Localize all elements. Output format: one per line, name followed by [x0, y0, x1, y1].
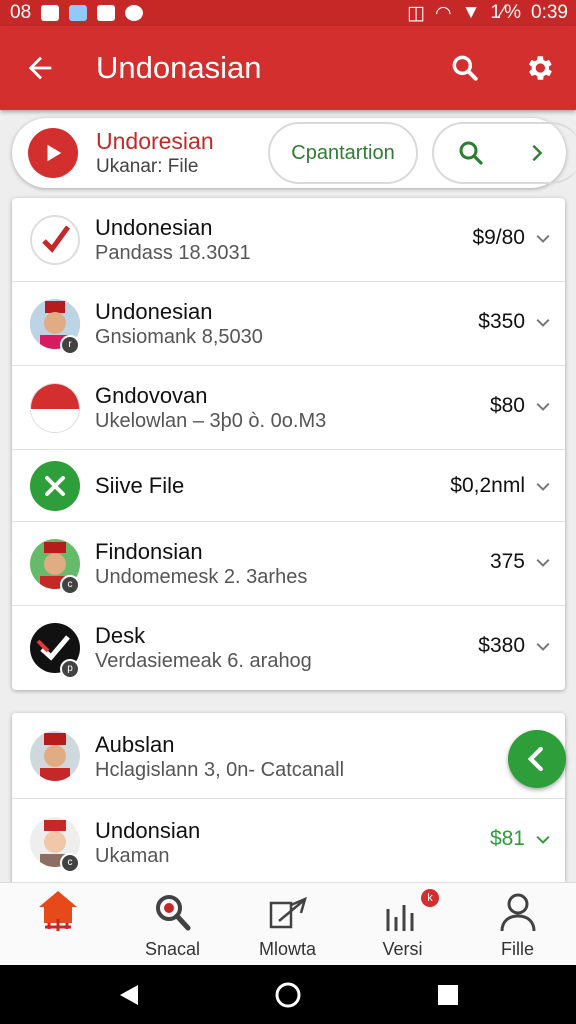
chevron-down-icon[interactable] [533, 477, 553, 497]
list-item[interactable]: c Findonsian Undomemesk 2. 3arhes 375 [12, 522, 565, 606]
avatar-badge: c [60, 853, 80, 873]
chevron-down-icon[interactable] [533, 553, 553, 573]
list-item[interactable]: c Undonsian Ukaman $81 [12, 799, 565, 885]
home-icon [39, 891, 77, 931]
item-amount: $350 [478, 310, 525, 333]
notification-icon [41, 5, 60, 21]
item-title: Gndovovan [95, 383, 208, 408]
item-title: Aubslan [95, 732, 175, 757]
search-button[interactable] [428, 26, 502, 110]
system-nav-bar [0, 965, 576, 1024]
top-card-subtitle: Ukanar: File [96, 155, 199, 177]
avatar-badge: r [60, 335, 80, 355]
top-card[interactable]: Undoresian Ukanar: File Cpantartion [12, 118, 576, 188]
back-fab-button[interactable] [508, 730, 566, 788]
item-amount: $81 [489, 827, 525, 850]
nav-label: Mlowta [258, 939, 316, 959]
chevron-down-icon[interactable] [533, 637, 553, 657]
search-icon[interactable] [456, 138, 486, 168]
item-subtitle: Undomemesk 2. 3arhes [95, 566, 308, 588]
chevron-down-icon[interactable] [533, 229, 553, 249]
item-subtitle: Hclagislann 3, 0n- Catcanall [95, 759, 345, 781]
search-next-pill[interactable] [432, 122, 576, 184]
notification-icon [69, 5, 88, 21]
nav-search[interactable]: Snacal [115, 883, 230, 966]
notification-icon [97, 5, 116, 21]
home-circle-icon[interactable] [274, 981, 302, 1009]
status-time-right: 0:39 [531, 2, 568, 23]
transaction-list: Undonesian Pandass 18.3031 $9/80 r Undon… [12, 198, 565, 690]
status-bar: 08 ◫ ◠ ▼ 1⁄% 0:39 [0, 0, 576, 26]
recents-square-icon[interactable] [437, 984, 459, 1006]
list-item[interactable]: Undonesian Pandass 18.3031 $9/80 [12, 198, 565, 282]
share-icon [269, 896, 307, 929]
item-amount: $9/80 [472, 226, 525, 249]
avatar-badge: p [60, 659, 80, 679]
flag-avatar [30, 383, 80, 433]
app-bar: Undonasian [0, 26, 576, 110]
status-time-left: 08 [10, 2, 32, 23]
item-title: Undonesian [95, 299, 213, 324]
nav-label: Versi [382, 939, 423, 959]
list-item[interactable]: r Undonesian Gnsiomank 8,5030 $350 [12, 282, 565, 366]
vibrate-icon: ◫ [407, 2, 425, 24]
chevron-left-icon [527, 746, 543, 772]
list-item[interactable]: Aubslan Hclagislann 3, 0n- Catcanall [12, 713, 565, 799]
action-pill-button[interactable]: Cpantartion [268, 122, 418, 184]
list-item[interactable]: p Desk Verdasiemeak 6. arahog $380 [12, 606, 565, 690]
item-subtitle: Ukelowlan – 3þ0 ò. 0o.M3 [95, 410, 327, 432]
item-title: Desk [95, 623, 146, 648]
item-title: Siive File [95, 473, 185, 498]
chevron-right-icon[interactable] [526, 139, 548, 167]
item-amount: 375 [489, 550, 525, 573]
nav-home[interactable] [0, 883, 115, 966]
item-amount: $0,2nml [450, 474, 525, 497]
item-title: Findonsian [95, 539, 203, 564]
arrow-left-icon [28, 56, 52, 80]
person-icon [500, 893, 536, 932]
item-subtitle: Ukaman [95, 845, 170, 867]
bottom-nav: Snacal Mlowta k Versi Fille [0, 882, 576, 965]
nav-label: Fille [500, 939, 534, 959]
person-avatar [30, 731, 80, 781]
check-logo-avatar [30, 215, 80, 265]
notification-badge: k [421, 889, 439, 907]
play-button[interactable] [28, 128, 78, 178]
gear-icon [528, 56, 552, 80]
notification-icon [125, 5, 144, 21]
item-amount: $380 [478, 634, 525, 657]
close-icon [30, 461, 80, 511]
item-subtitle: Gnsiomank 8,5030 [95, 326, 263, 348]
transaction-list-2: Aubslan Hclagislann 3, 0n- Catcanall c U… [12, 713, 565, 885]
top-card-title: Undoresian [96, 127, 214, 154]
settings-button[interactable] [502, 26, 576, 110]
page-title: Undonasian [96, 50, 262, 85]
nav-stats[interactable]: k Versi [345, 883, 460, 966]
chevron-down-icon[interactable] [533, 830, 553, 850]
chevron-down-icon[interactable] [533, 397, 553, 417]
list-item[interactable]: Siive File $0,2nml [12, 450, 565, 522]
item-subtitle: Verdasiemeak 6. arahog [95, 650, 312, 672]
chart-icon [386, 905, 414, 931]
wifi-icon: ◠ [434, 2, 452, 24]
search-icon [156, 895, 191, 931]
item-title: Undonesian [95, 215, 213, 240]
item-subtitle: Pandass 18.3031 [95, 242, 251, 264]
back-triangle-icon[interactable] [118, 984, 140, 1006]
search-icon [452, 55, 478, 81]
nav-profile[interactable]: Fille [460, 883, 575, 966]
item-amount: $80 [489, 394, 525, 417]
signal-icon: ▼ [461, 2, 481, 23]
list-item[interactable]: Gndovovan Ukelowlan – 3þ0 ò. 0o.M3 $80 [12, 366, 565, 450]
battery-text: 1⁄% [490, 2, 522, 23]
chevron-down-icon[interactable] [533, 313, 553, 333]
item-title: Undonsian [95, 818, 201, 843]
play-icon [47, 144, 62, 162]
nav-share[interactable]: Mlowta [230, 883, 345, 966]
back-button[interactable] [0, 26, 80, 110]
avatar-badge: c [60, 575, 80, 595]
nav-label: Snacal [144, 939, 201, 959]
